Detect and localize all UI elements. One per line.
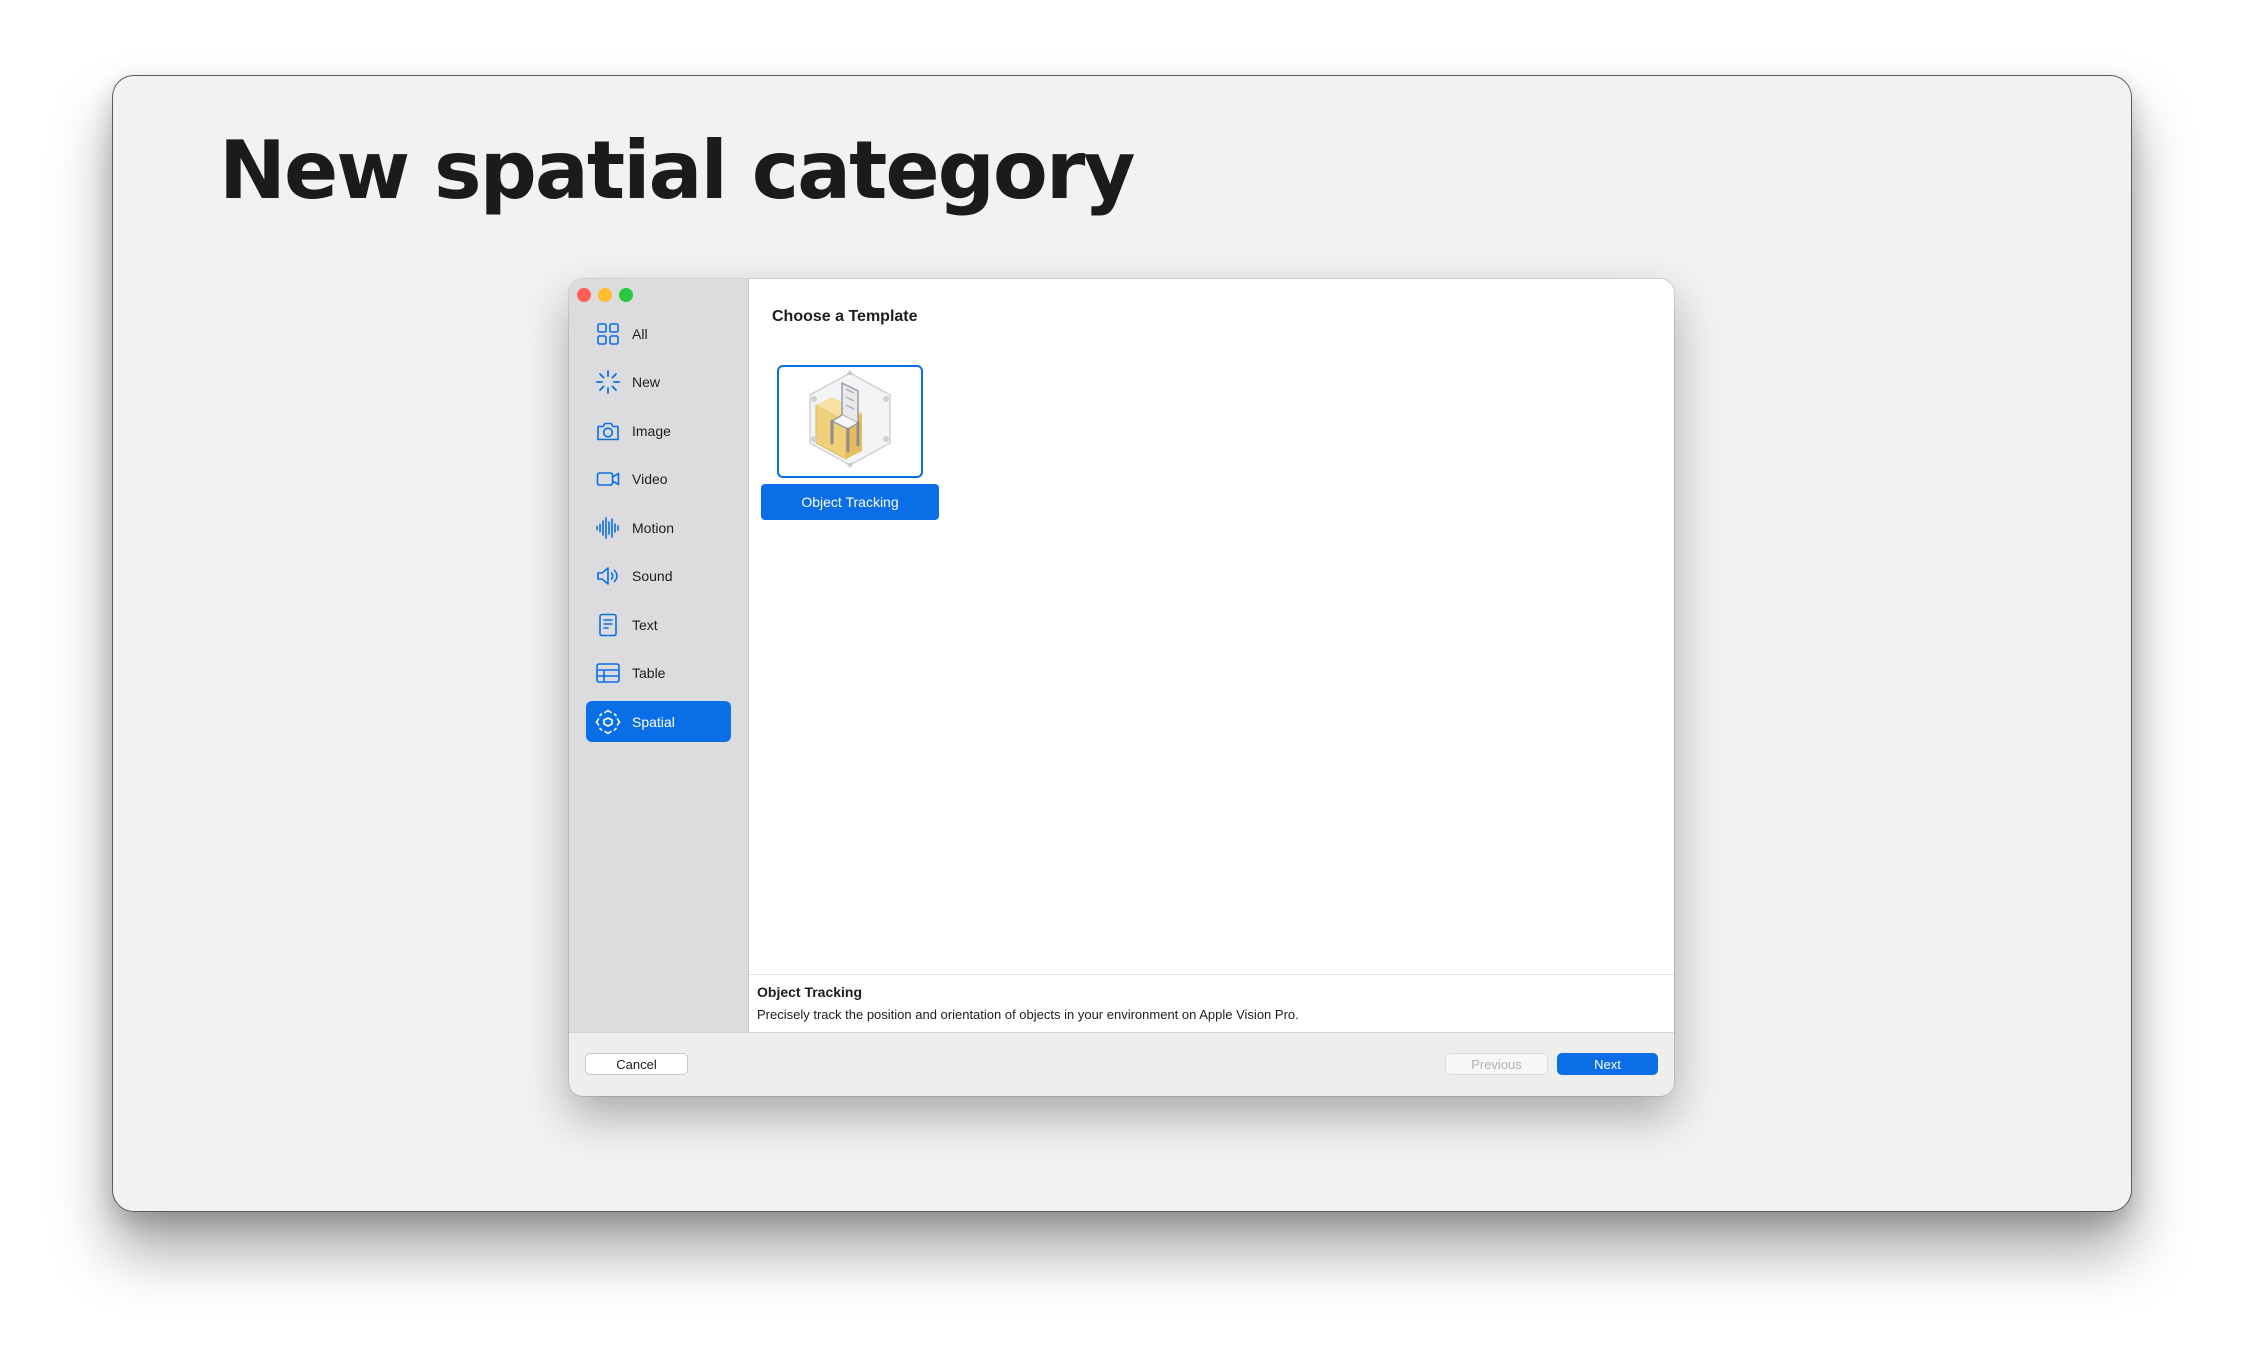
sparkle-icon (595, 369, 621, 395)
category-list: All New Image Video Motion Sound Text Ta… (586, 313, 731, 750)
sidebar-item-sound[interactable]: Sound (586, 556, 731, 597)
sidebar-item-label: Video (632, 471, 668, 487)
template-chooser-window: All New Image Video Motion Sound Text Ta… (569, 279, 1674, 1096)
sidebar-item-image[interactable]: Image (586, 410, 731, 451)
description-text: Precisely track the position and orienta… (757, 1007, 1299, 1022)
spatial-icon (595, 709, 621, 735)
speaker-icon (595, 563, 621, 589)
sidebar-item-label: All (632, 325, 648, 342)
slide-title: New spatial category (219, 124, 1135, 217)
presentation-slide: New spatial category All New Image Video… (112, 75, 2132, 1212)
next-button[interactable]: Next (1557, 1053, 1658, 1075)
table-icon (595, 660, 621, 686)
cancel-button[interactable]: Cancel (585, 1053, 688, 1075)
object-tracking-icon (802, 369, 898, 474)
description-title: Object Tracking (757, 984, 863, 1000)
dialog-footer: Cancel Previous Next (569, 1032, 1674, 1096)
sidebar-item-label: Table (632, 665, 666, 681)
sidebar-item-text[interactable]: Text (586, 604, 731, 645)
sidebar-item-label: Motion (632, 519, 675, 536)
sidebar-item-label: New (632, 374, 661, 390)
template-label: Object Tracking (761, 484, 939, 520)
minimize-window-button[interactable] (598, 288, 612, 302)
template-thumbnail (777, 365, 923, 478)
video-camera-icon (595, 466, 621, 492)
document-icon (595, 612, 621, 638)
sidebar-item-motion[interactable]: Motion (586, 507, 731, 548)
close-window-button[interactable] (577, 288, 591, 302)
template-description: Object Tracking Precisely track the posi… (749, 974, 1674, 1032)
sidebar-item-label: Spatial (632, 713, 675, 730)
template-object-tracking[interactable]: Object Tracking (761, 365, 939, 520)
sidebar-item-new[interactable]: New (586, 362, 731, 403)
sidebar-item-label: Sound (632, 568, 673, 584)
sidebar-item-spatial[interactable]: Spatial (586, 701, 731, 742)
waveform-icon (595, 515, 621, 541)
sidebar-item-table[interactable]: Table (586, 653, 731, 694)
category-sidebar: All New Image Video Motion Sound Text Ta… (569, 279, 749, 1032)
sidebar-item-label: Text (632, 616, 658, 633)
choose-template-title: Choose a Template (772, 308, 918, 325)
sidebar-item-all[interactable]: All (586, 313, 731, 354)
camera-icon (595, 418, 621, 444)
sidebar-item-label: Image (632, 422, 671, 439)
window-controls (577, 288, 633, 302)
sidebar-item-video[interactable]: Video (586, 459, 731, 500)
zoom-window-button[interactable] (619, 288, 633, 302)
template-area: Choose a Template Object Tracking (749, 279, 1674, 974)
previous-button[interactable]: Previous (1445, 1053, 1548, 1075)
grid-icon (595, 321, 621, 347)
